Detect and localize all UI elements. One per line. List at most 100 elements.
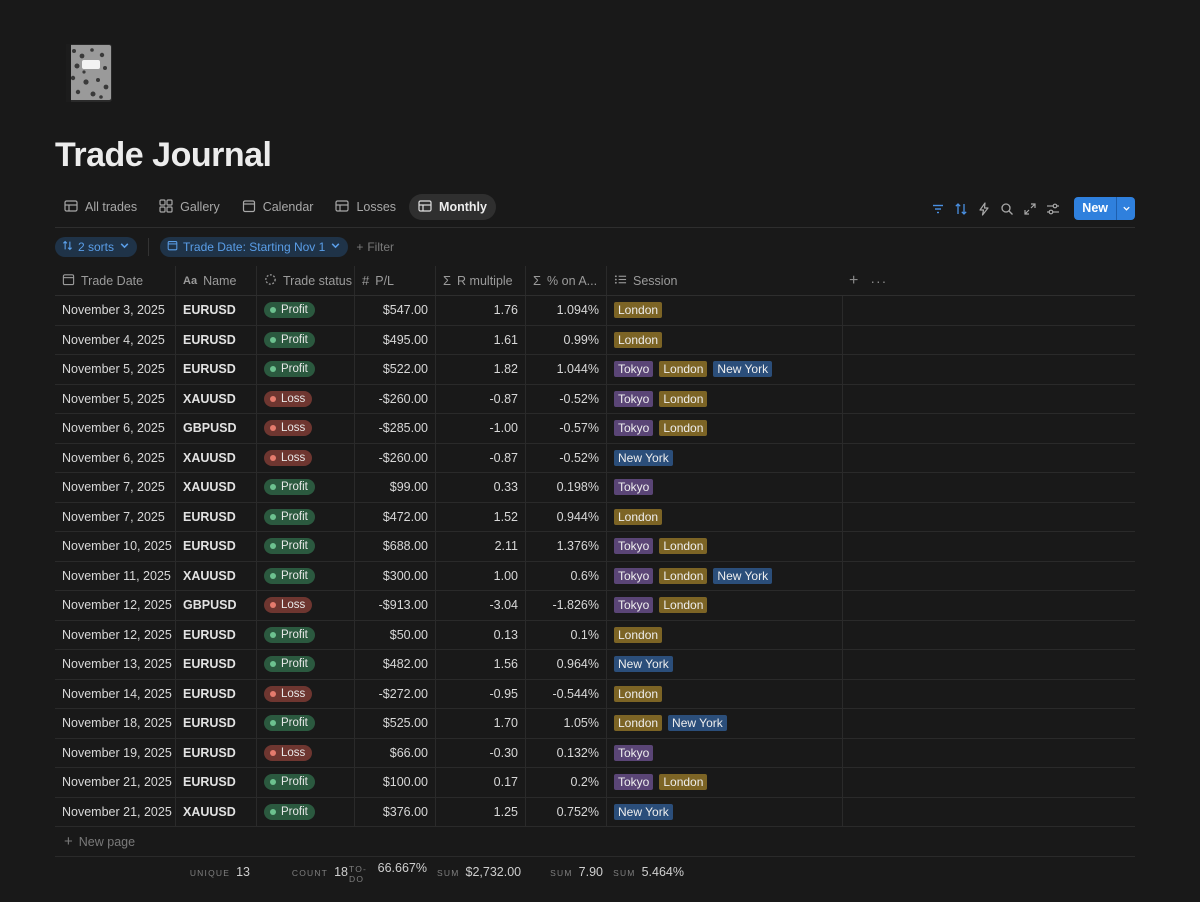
pl-cell[interactable]: $688.00 <box>355 532 436 561</box>
name-cell[interactable]: XAUUSD <box>176 473 257 502</box>
filter-icon[interactable] <box>930 201 945 216</box>
r-multiple-cell[interactable]: 1.52 <box>436 502 526 531</box>
tab-all-trades[interactable]: All trades <box>55 194 146 220</box>
table-row[interactable]: November 6, 2025 GBPUSD Loss -$285.00 -1.00-… <box>55 414 1135 444</box>
r-multiple-cell[interactable]: 0.13 <box>436 620 526 649</box>
pl-cell[interactable]: -$260.00 <box>355 443 436 472</box>
trade-date-cell[interactable]: November 18, 2025 <box>55 709 176 738</box>
session-cell[interactable]: London <box>607 296 843 325</box>
session-cell[interactable]: Tokyo London <box>607 532 843 561</box>
r-multiple-cell[interactable]: 0.33 <box>436 473 526 502</box>
footer-todo-calc[interactable]: TO-DO 66.667% <box>349 861 434 884</box>
column-header-trade-date[interactable]: Trade Date <box>55 266 176 295</box>
column-header-pct-on-account[interactable]: Σ % on A... <box>526 266 607 295</box>
name-cell[interactable]: XAUUSD <box>176 384 257 413</box>
table-row[interactable]: November 5, 2025 XAUUSD Loss -$260.00 -0.87-… <box>55 384 1135 414</box>
table-row[interactable]: November 4, 2025 EURUSD Profit $495.00 1.61 0… <box>55 325 1135 355</box>
pct-on-account-cell[interactable]: 1.094% <box>526 296 607 325</box>
trade-status-cell[interactable]: Loss <box>257 738 355 767</box>
pl-cell[interactable]: $50.00 <box>355 620 436 649</box>
name-cell[interactable]: GBPUSD <box>176 414 257 443</box>
table-row[interactable]: November 11, 2025 XAUUSD Profit $300.00 1.00… <box>55 561 1135 591</box>
r-multiple-cell[interactable]: -0.30 <box>436 738 526 767</box>
trade-date-cell[interactable]: November 14, 2025 <box>55 679 176 708</box>
pl-cell[interactable]: $525.00 <box>355 709 436 738</box>
pct-on-account-cell[interactable]: 1.05% <box>526 709 607 738</box>
pct-on-account-cell[interactable]: -0.57% <box>526 414 607 443</box>
trade-status-cell[interactable]: Profit <box>257 532 355 561</box>
session-cell[interactable]: Tokyo London <box>607 768 843 797</box>
pl-cell[interactable]: $522.00 <box>355 355 436 384</box>
footer-r-calc[interactable]: SUM 7.90 <box>520 865 610 879</box>
r-multiple-cell[interactable]: 1.56 <box>436 650 526 679</box>
table-row[interactable]: November 6, 2025 XAUUSD Loss -$260.00 -0.87-… <box>55 443 1135 473</box>
pl-cell[interactable]: $66.00 <box>355 738 436 767</box>
r-multiple-cell[interactable]: 1.00 <box>436 561 526 590</box>
pl-cell[interactable]: -$260.00 <box>355 384 436 413</box>
pl-cell[interactable]: $547.00 <box>355 296 436 325</box>
pl-cell[interactable]: $100.00 <box>355 768 436 797</box>
table-row[interactable]: November 21, 2025 EURUSD Profit $100.00 0.17… <box>55 768 1135 798</box>
trade-status-cell[interactable]: Profit <box>257 502 355 531</box>
session-cell[interactable]: New York <box>607 650 843 679</box>
column-header-name[interactable]: Aa Name <box>176 266 257 295</box>
name-cell[interactable]: EURUSD <box>176 709 257 738</box>
name-cell[interactable]: XAUUSD <box>176 797 257 826</box>
new-button[interactable]: New <box>1074 197 1116 220</box>
column-header-trade-status[interactable]: Trade status <box>257 266 355 295</box>
column-header-pl[interactable]: # P/L <box>355 266 436 295</box>
trade-status-cell[interactable]: Loss <box>257 414 355 443</box>
trade-status-cell[interactable]: Profit <box>257 620 355 649</box>
pct-on-account-cell[interactable]: 0.132% <box>526 738 607 767</box>
trade-date-cell[interactable]: November 6, 2025 <box>55 414 176 443</box>
trade-date-cell[interactable]: November 12, 2025 <box>55 620 176 649</box>
trade-date-cell[interactable]: November 12, 2025 <box>55 591 176 620</box>
trade-status-cell[interactable]: Profit <box>257 355 355 384</box>
trade-date-cell[interactable]: November 11, 2025 <box>55 561 176 590</box>
sort-icon[interactable] <box>953 201 968 216</box>
sorts-chip[interactable]: 2 sorts <box>55 237 138 257</box>
trade-status-cell[interactable]: Loss <box>257 591 355 620</box>
footer-status-calc[interactable]: COUNT 18 <box>257 865 355 879</box>
table-row[interactable]: November 14, 2025 EURUSD Loss -$272.00 -0.95… <box>55 679 1135 709</box>
session-cell[interactable]: Tokyo London New York <box>607 561 843 590</box>
name-cell[interactable]: EURUSD <box>176 296 257 325</box>
r-multiple-cell[interactable]: -3.04 <box>436 591 526 620</box>
table-row[interactable]: November 21, 2025 XAUUSD Profit $376.00 1.25… <box>55 797 1135 827</box>
pct-on-account-cell[interactable]: 0.198% <box>526 473 607 502</box>
session-cell[interactable]: London <box>607 620 843 649</box>
expand-icon[interactable] <box>1022 201 1037 216</box>
session-cell[interactable]: London <box>607 679 843 708</box>
r-multiple-cell[interactable]: 1.61 <box>436 325 526 354</box>
trade-date-cell[interactable]: November 4, 2025 <box>55 325 176 354</box>
pct-on-account-cell[interactable]: -0.544% <box>526 679 607 708</box>
pct-on-account-cell[interactable]: 1.376% <box>526 532 607 561</box>
add-filter-button[interactable]: + Filter <box>356 240 394 254</box>
pct-on-account-cell[interactable]: -0.52% <box>526 443 607 472</box>
pl-cell[interactable]: $376.00 <box>355 797 436 826</box>
pct-on-account-cell[interactable]: 0.6% <box>526 561 607 590</box>
r-multiple-cell[interactable]: 0.17 <box>436 768 526 797</box>
name-cell[interactable]: EURUSD <box>176 502 257 531</box>
pct-on-account-cell[interactable]: 0.944% <box>526 502 607 531</box>
new-page-button[interactable]: + New page <box>55 827 1135 857</box>
trade-date-cell[interactable]: November 5, 2025 <box>55 384 176 413</box>
session-cell[interactable]: Tokyo <box>607 738 843 767</box>
session-cell[interactable]: Tokyo London <box>607 591 843 620</box>
pct-on-account-cell[interactable]: 0.964% <box>526 650 607 679</box>
trade-status-cell[interactable]: Profit <box>257 768 355 797</box>
name-cell[interactable]: EURUSD <box>176 679 257 708</box>
name-cell[interactable]: GBPUSD <box>176 591 257 620</box>
footer-pct-calc[interactable]: SUM 5.464% <box>610 865 691 879</box>
tab-calendar[interactable]: Calendar <box>233 194 323 220</box>
r-multiple-cell[interactable]: 1.25 <box>436 797 526 826</box>
r-multiple-cell[interactable]: -0.95 <box>436 679 526 708</box>
new-dropdown-button[interactable] <box>1116 197 1135 220</box>
r-multiple-cell[interactable]: 1.82 <box>436 355 526 384</box>
name-cell[interactable]: EURUSD <box>176 325 257 354</box>
trade-date-cell[interactable]: November 13, 2025 <box>55 650 176 679</box>
pl-cell[interactable]: $482.00 <box>355 650 436 679</box>
pct-on-account-cell[interactable]: 0.1% <box>526 620 607 649</box>
trade-status-cell[interactable]: Loss <box>257 679 355 708</box>
pct-on-account-cell[interactable]: -0.52% <box>526 384 607 413</box>
